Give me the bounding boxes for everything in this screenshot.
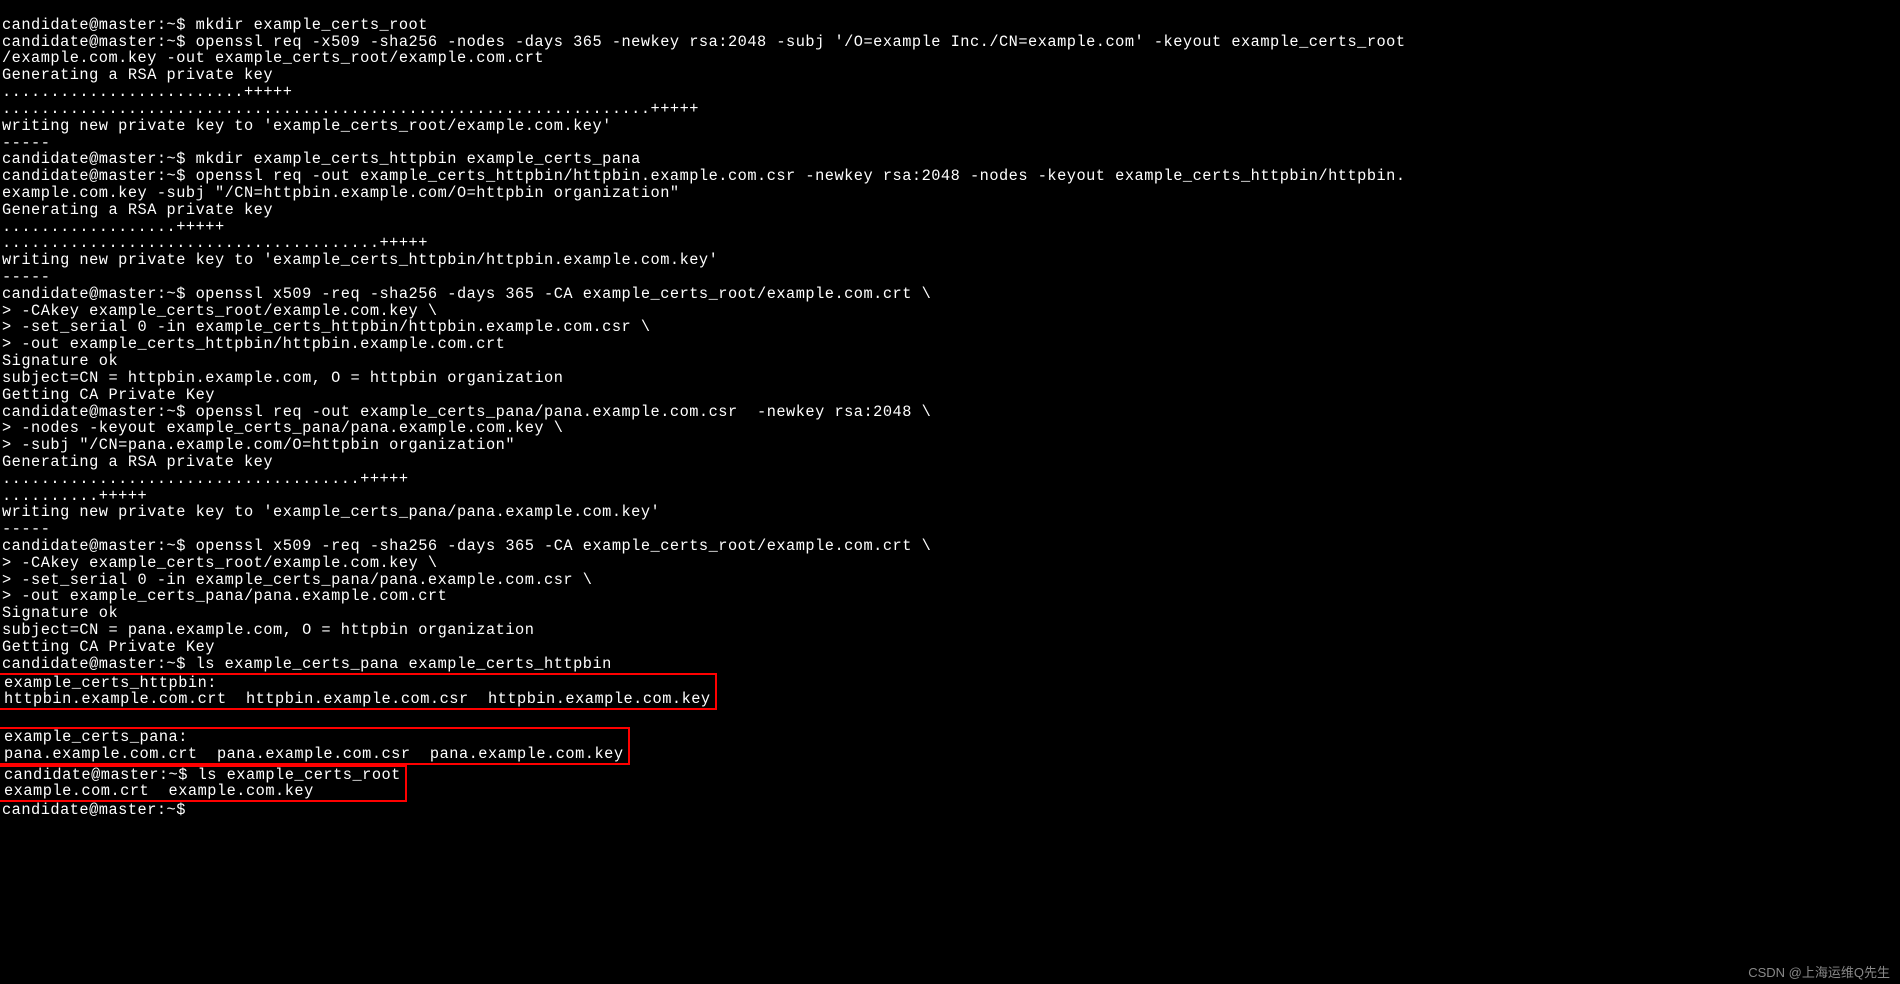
terminal-line: .......................................+… <box>2 234 428 252</box>
terminal-line: Signature ok <box>2 352 118 370</box>
terminal-line: > -out example_certs_pana/pana.example.c… <box>2 587 447 605</box>
terminal-line: > -CAkey example_certs_root/example.com.… <box>2 302 438 320</box>
terminal-line: Getting CA Private Key <box>2 638 215 656</box>
terminal-line: Getting CA Private Key <box>2 386 215 404</box>
terminal-line: candidate@master:~$ mkdir example_certs_… <box>2 150 641 168</box>
terminal-line: httpbin.example.com.crt httpbin.example.… <box>4 690 711 708</box>
terminal-line: > -CAkey example_certs_root/example.com.… <box>2 554 438 572</box>
terminal-line: ----- <box>2 134 50 152</box>
terminal-line: Generating a RSA private key <box>2 453 273 471</box>
terminal-line: candidate@master:~$ openssl req -x509 -s… <box>2 33 1406 51</box>
terminal-line: /example.com.key -out example_certs_root… <box>2 49 544 67</box>
terminal-line: ..................+++++ <box>2 218 225 236</box>
highlighted-output-httpbin: example_certs_httpbin: httpbin.example.c… <box>0 673 717 711</box>
terminal-line: candidate@master:~$ openssl x509 -req -s… <box>2 537 931 555</box>
terminal-line: subject=CN = httpbin.example.com, O = ht… <box>2 369 563 387</box>
terminal-line: Signature ok <box>2 604 118 622</box>
terminal-line: writing new private key to 'example_cert… <box>2 251 718 269</box>
terminal-line: ..........+++++ <box>2 487 147 505</box>
terminal-line: > -out example_certs_httpbin/httpbin.exa… <box>2 335 505 353</box>
terminal-line: writing new private key to 'example_cert… <box>2 117 612 135</box>
terminal-line: Generating a RSA private key <box>2 201 273 219</box>
terminal-line: ----- <box>2 268 50 286</box>
terminal-line: candidate@master:~$ openssl req -out exa… <box>2 403 931 421</box>
terminal-output[interactable]: candidate@master:~$ mkdir example_certs_… <box>0 0 1900 819</box>
terminal-line: Generating a RSA private key <box>2 66 273 84</box>
terminal-line: > -set_serial 0 -in example_certs_httpbi… <box>2 318 651 336</box>
terminal-line: writing new private key to 'example_cert… <box>2 503 660 521</box>
terminal-line: pana.example.com.crt pana.example.com.cs… <box>4 745 624 763</box>
terminal-line: > -nodes -keyout example_certs_pana/pana… <box>2 419 563 437</box>
terminal-line: ........................................… <box>2 100 699 118</box>
terminal-line: .....................................+++… <box>2 470 409 488</box>
terminal-line: candidate@master:~$ <box>2 801 186 819</box>
watermark-text: CSDN @上海运维Q先生 <box>1748 966 1890 980</box>
terminal-line: > -subj "/CN=pana.example.com/O=httpbin … <box>2 436 515 454</box>
terminal-line: > -set_serial 0 -in example_certs_pana/p… <box>2 571 592 589</box>
terminal-line: example_certs_pana: <box>4 728 188 746</box>
terminal-line: ----- <box>2 520 50 538</box>
terminal-line: example.com.key -subj "/CN=httpbin.examp… <box>2 184 680 202</box>
terminal-line: example_certs_httpbin: <box>4 674 217 692</box>
terminal-line: example.com.crt example.com.key <box>4 782 314 800</box>
terminal-line: candidate@master:~$ mkdir example_certs_… <box>2 16 428 34</box>
terminal-line: candidate@master:~$ ls example_certs_pan… <box>2 655 612 673</box>
terminal-line: candidate@master:~$ openssl req -out exa… <box>2 167 1406 185</box>
highlighted-output-pana: example_certs_pana: pana.example.com.crt… <box>0 727 630 765</box>
terminal-line: candidate@master:~$ ls example_certs_roo… <box>4 766 401 784</box>
highlighted-output-root: candidate@master:~$ ls example_certs_roo… <box>0 765 407 803</box>
terminal-line: .........................+++++ <box>2 83 292 101</box>
terminal-line: subject=CN = pana.example.com, O = httpb… <box>2 621 534 639</box>
terminal-line: candidate@master:~$ openssl x509 -req -s… <box>2 285 931 303</box>
